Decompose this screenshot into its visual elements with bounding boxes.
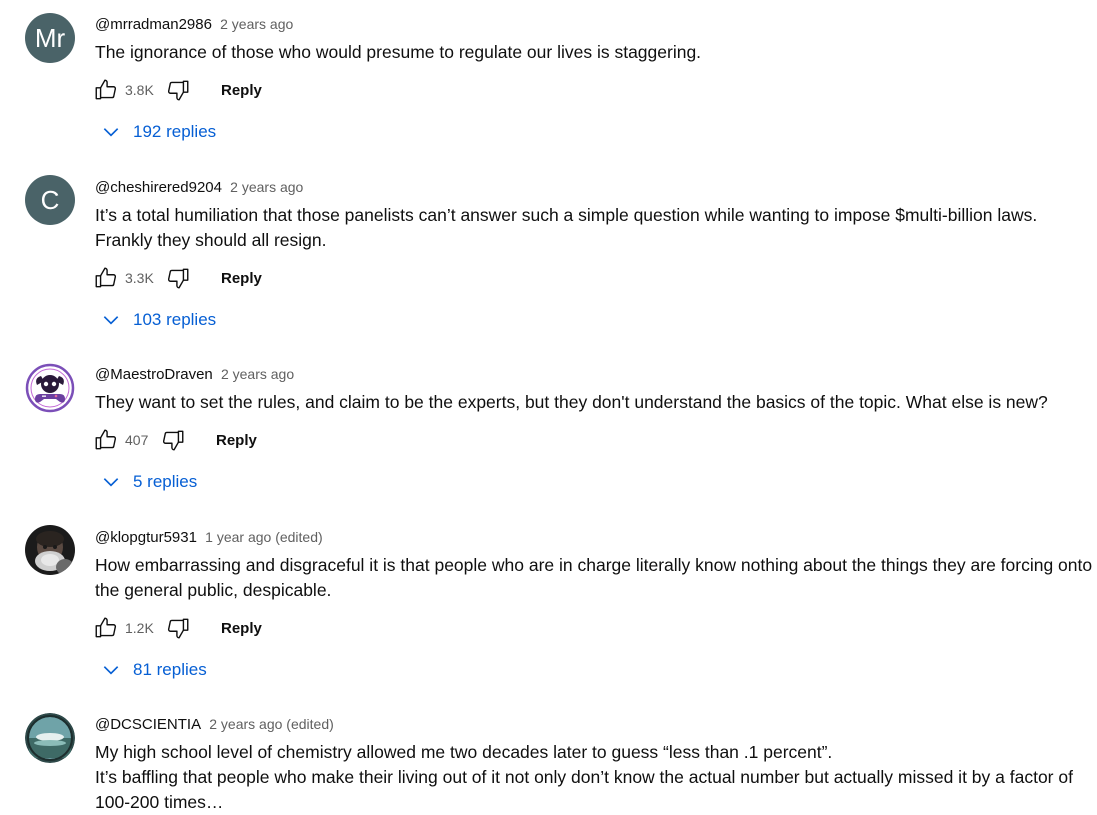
thumbs-down-icon[interactable] <box>165 615 191 641</box>
thumbs-up-icon[interactable] <box>93 77 119 103</box>
avatar[interactable]: Mr <box>25 13 75 63</box>
comment-header: @cheshirered9204 2 years ago <box>95 178 303 197</box>
gamepad-avatar-image <box>25 363 75 413</box>
thumbs-down-icon[interactable] <box>165 77 191 103</box>
like-count: 3.3K <box>125 270 154 286</box>
reply-button[interactable]: Reply <box>221 82 262 99</box>
comment-header: @mrradman2986 2 years ago <box>95 15 293 34</box>
view-replies-button[interactable]: 5 replies <box>100 468 197 496</box>
comment-actions: 3.8K Reply <box>93 76 262 104</box>
thumbs-up-icon[interactable] <box>93 265 119 291</box>
comment-text-line: The ignorance of those who would presume… <box>95 42 702 62</box>
thumbs-down-icon[interactable] <box>165 265 191 291</box>
comment-text-line: 100-200 times… <box>95 792 224 812</box>
avatar[interactable] <box>25 525 75 575</box>
chevron-down-icon <box>100 309 122 331</box>
comment-header: @klopgtur5931 1 year ago (edited) <box>95 528 323 547</box>
chevron-down-icon <box>100 471 122 493</box>
replies-count-label: 81 replies <box>133 660 207 679</box>
comment-actions: 1.2K Reply <box>93 614 262 642</box>
portrait-avatar-image <box>25 525 75 575</box>
reply-button[interactable]: Reply <box>221 270 262 287</box>
avatar-initials: Mr <box>34 22 66 53</box>
chevron-down-icon <box>100 659 122 681</box>
comment-actions: 3.3K Reply <box>93 264 262 292</box>
comment-author[interactable]: @cheshirered9204 <box>95 179 222 196</box>
avatar[interactable] <box>25 363 75 413</box>
landscape-avatar-image <box>25 713 75 763</box>
view-replies-button[interactable]: 103 replies <box>100 306 216 334</box>
comment-text-line: How embarrassing and disgraceful it is t… <box>95 555 1093 575</box>
comment-header: @DCSCIENTIA 2 years ago (edited) <box>95 715 334 734</box>
comment-text: They want to set the rules, and claim to… <box>95 390 1097 415</box>
avatar-initials: C <box>40 184 60 215</box>
thumbs-up-icon[interactable] <box>93 427 119 453</box>
comment-text: It’s a total humiliation that those pane… <box>95 203 1097 253</box>
comment-text-line: Frankly they should all resign. <box>95 230 327 250</box>
like-count: 407 <box>125 432 149 448</box>
reply-button[interactable]: Reply <box>216 432 257 449</box>
like-count: 3.8K <box>125 82 154 98</box>
replies-count-label: 5 replies <box>133 472 198 491</box>
comment-actions: 407 Reply <box>93 426 257 454</box>
comment-time[interactable]: 2 years ago <box>220 16 293 32</box>
reply-button[interactable]: Reply <box>221 620 262 637</box>
comment-text: The ignorance of those who would presume… <box>95 40 1097 65</box>
comment-header: @MaestroDraven 2 years ago <box>95 365 294 384</box>
comment-text: How embarrassing and disgraceful it is t… <box>95 553 1097 603</box>
comment-author[interactable]: @MaestroDraven <box>95 366 213 383</box>
comment-text-line: It’s baffling that people who make their… <box>95 767 1073 787</box>
comment-time[interactable]: 2 years ago <box>221 366 294 382</box>
comment-text-line: My high school level of chemistry allowe… <box>95 742 833 762</box>
comment-author[interactable]: @DCSCIENTIA <box>95 716 201 733</box>
comment-text-line: the general public, despicable. <box>95 580 332 600</box>
comment-text-line: It’s a total humiliation that those pane… <box>95 205 1038 225</box>
thumbs-down-icon[interactable] <box>160 427 186 453</box>
comment-time[interactable]: 2 years ago (edited) <box>209 716 334 732</box>
chevron-down-icon <box>100 121 122 143</box>
comment-text: My high school level of chemistry allowe… <box>95 740 1097 815</box>
replies-count-label: 103 replies <box>133 310 217 329</box>
thumbs-up-icon[interactable] <box>93 615 119 641</box>
avatar[interactable] <box>25 713 75 763</box>
comment-time[interactable]: 1 year ago (edited) <box>205 529 323 545</box>
like-count: 1.2K <box>125 620 154 636</box>
replies-count-label: 192 replies <box>133 122 217 141</box>
comment-time[interactable]: 2 years ago <box>230 179 303 195</box>
comment-author[interactable]: @mrradman2986 <box>95 16 212 33</box>
comment-author[interactable]: @klopgtur5931 <box>95 529 197 546</box>
view-replies-button[interactable]: 192 replies <box>100 118 216 146</box>
avatar[interactable]: C <box>25 175 75 225</box>
comment-text-line: They want to set the rules, and claim to… <box>95 392 1048 412</box>
view-replies-button[interactable]: 81 replies <box>100 656 207 684</box>
